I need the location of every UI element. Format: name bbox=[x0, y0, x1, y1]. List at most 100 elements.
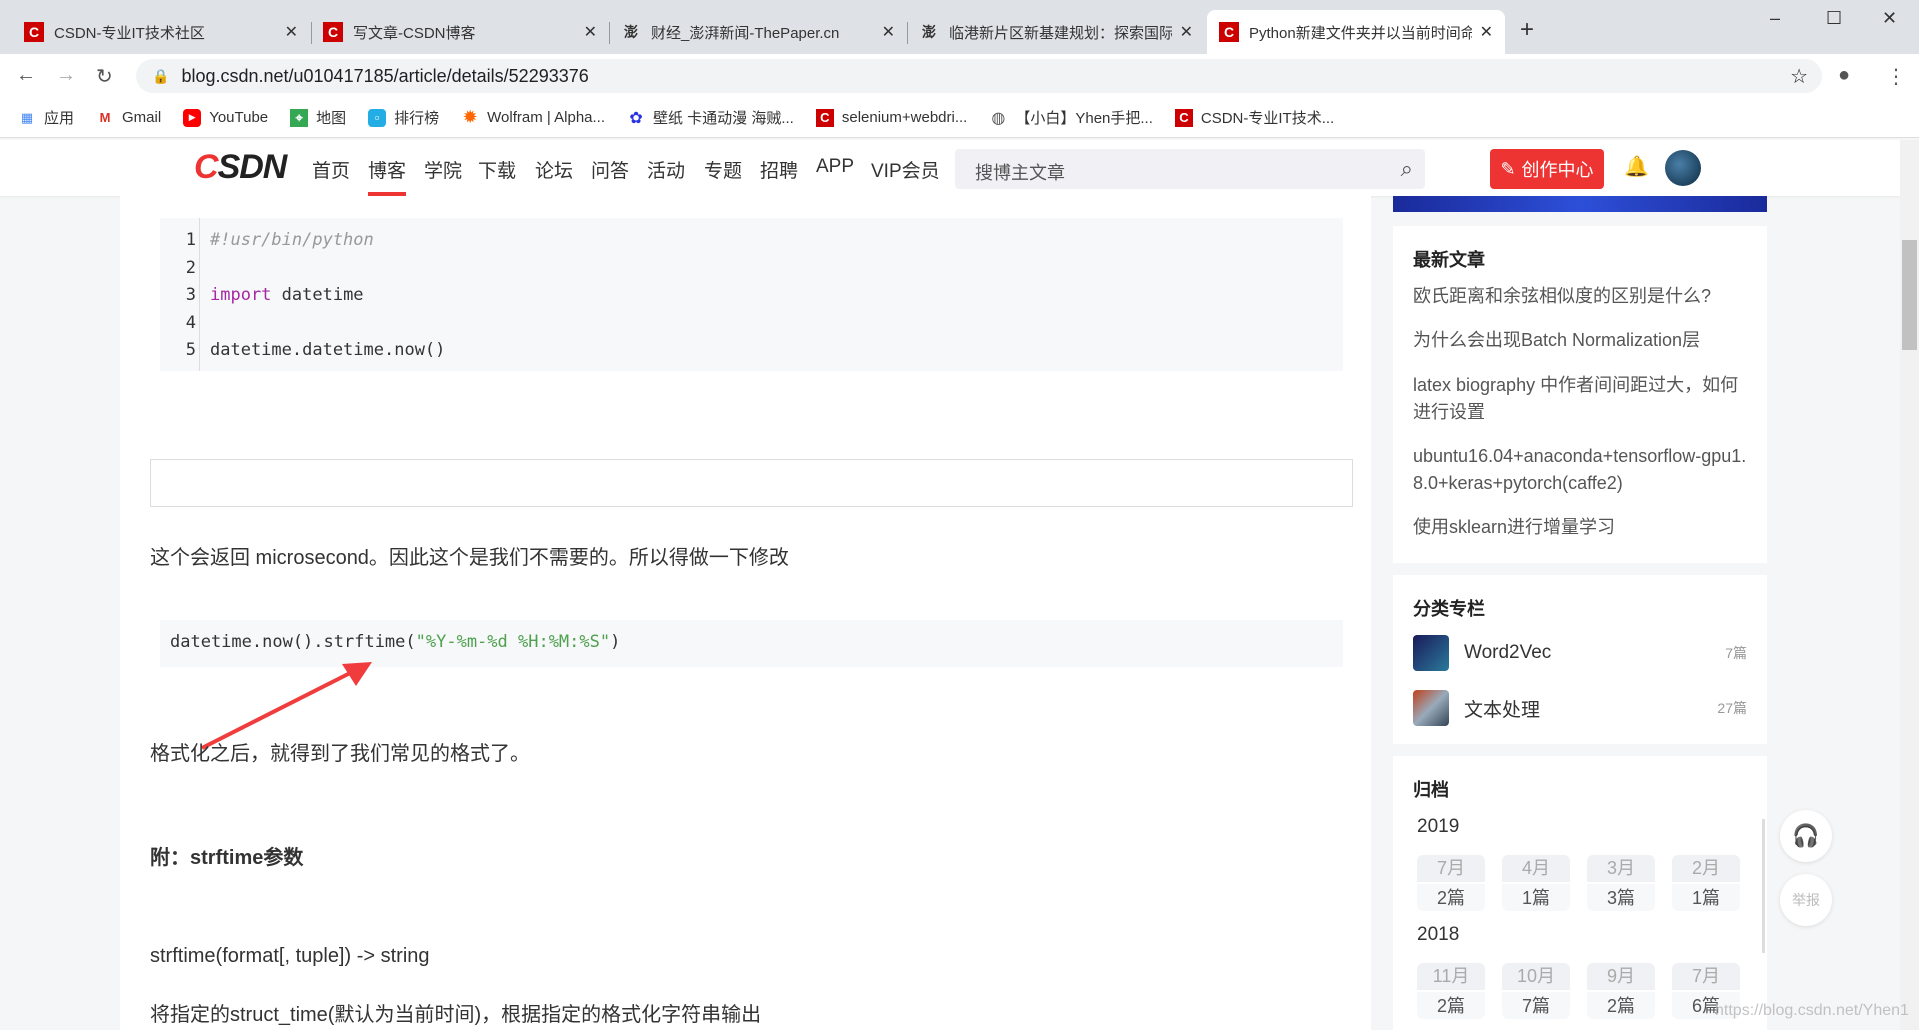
tab[interactable]: 澎财经_澎湃新闻-ThePaper.cn ✕ bbox=[609, 10, 907, 54]
bookmark[interactable]: ⌖ 地图 bbox=[290, 107, 346, 128]
baidu-icon: ✿ bbox=[629, 109, 643, 127]
tab[interactable]: C CSDN-专业IT技术社区 ✕ bbox=[12, 10, 310, 54]
archive-month[interactable]: 11月 2篇 bbox=[1417, 963, 1485, 1019]
close-icon[interactable]: ✕ bbox=[584, 22, 597, 42]
archive-month[interactable]: 10月 7篇 bbox=[1502, 963, 1570, 1019]
nav-academy[interactable]: 学院 bbox=[424, 156, 462, 183]
nav-home[interactable]: 首页 bbox=[312, 156, 350, 183]
close-icon[interactable]: ✕ bbox=[882, 22, 895, 42]
lock-icon: 🔒 bbox=[152, 67, 170, 84]
archive-month[interactable]: 9月 2篇 bbox=[1587, 963, 1655, 1019]
archive-month[interactable]: 2月 1篇 bbox=[1672, 855, 1740, 911]
globe-icon: ◍ bbox=[991, 109, 1006, 127]
nav-events[interactable]: 活动 bbox=[647, 156, 685, 183]
archive-scrollbar[interactable] bbox=[1762, 819, 1765, 953]
red-arrow-annotation bbox=[201, 662, 372, 750]
paragraph: 格式化之后，就得到了我们常见的格式了。 bbox=[150, 743, 530, 765]
search-icon[interactable]: ⌕ bbox=[1401, 156, 1413, 182]
recent-articles-card: 最新文章 欧氏距离和余弦相似度的区别是什么? 为什么会出现Batch Norma… bbox=[1393, 226, 1767, 563]
close-icon[interactable]: ✕ bbox=[1480, 22, 1493, 42]
bookmark[interactable]: ▦ 应用 bbox=[18, 107, 74, 128]
thepaper-icon: 澎 bbox=[922, 24, 936, 40]
gmail-icon: M bbox=[99, 110, 111, 125]
archive-card: 归档 2019 7月 2篇 4月 1篇 3月 3篇 2月 1篇 2018 11月 2篇 1… bbox=[1393, 756, 1767, 1030]
new-tab-button[interactable]: + bbox=[1520, 16, 1534, 44]
recent-article-link[interactable]: ubuntu16.04+anaconda+tensorflow-gpu1.8.0… bbox=[1413, 443, 1753, 497]
bookmarks-bar: ▦ 应用 M Gmail ▶ YouTube ⌖ 地图 ▫ 排行榜 ✹ Wolfram | … bbox=[0, 98, 1919, 138]
csdn-icon: C bbox=[24, 22, 44, 42]
csdn-icon: C bbox=[815, 108, 834, 127]
banner-image bbox=[1393, 196, 1767, 212]
nav-blog[interactable]: 博客 bbox=[368, 156, 407, 196]
section-heading: 附：strftime参数 bbox=[150, 847, 304, 869]
watermark: https://blog.csdn.net/Yhen1 bbox=[1715, 1002, 1909, 1019]
csdn-icon: C bbox=[1174, 108, 1193, 127]
customer-service-button[interactable]: 🎧 bbox=[1780, 810, 1832, 862]
nav-forum[interactable]: 论坛 bbox=[535, 156, 573, 183]
profile-icon[interactable]: ● bbox=[1838, 64, 1850, 87]
bookmark[interactable]: M Gmail bbox=[96, 109, 162, 127]
tab[interactable]: C 写文章-CSDN博客 ✕ bbox=[311, 10, 609, 54]
csdn-header: CSDN 首页 博客 学院 下载 论坛 问答 活动 专题 招聘 APP VIP会… bbox=[0, 140, 1900, 196]
nav-topics[interactable]: 专题 bbox=[704, 156, 742, 183]
bookmark[interactable]: Cselenium+webdri... bbox=[815, 108, 967, 127]
headset-icon: 🎧 bbox=[1792, 823, 1820, 848]
csdn-icon: C bbox=[323, 22, 343, 42]
report-button[interactable]: 举报 bbox=[1780, 874, 1832, 926]
csdn-icon: C bbox=[1219, 22, 1239, 42]
article-content: 1 2 3 4 5 #!usr/bin/python import dateti… bbox=[120, 196, 1371, 1030]
reload-icon[interactable]: ↻ bbox=[96, 64, 113, 89]
bookmark[interactable]: ▶ YouTube bbox=[183, 108, 268, 127]
url-input[interactable]: 🔒 blog.csdn.net/u010417185/article/detail… bbox=[136, 59, 1822, 93]
paragraph: strftime(format[, tuple]) -> string bbox=[150, 945, 430, 967]
recent-article-link[interactable]: latex biography 中作者间间距过大，如何进行设置 bbox=[1413, 372, 1753, 426]
recent-article-link[interactable]: 为什么会出现Batch Normalization层 bbox=[1413, 327, 1753, 354]
back-icon[interactable]: ← bbox=[16, 64, 36, 87]
csdn-logo[interactable]: CSDN bbox=[194, 148, 287, 187]
close-window-button[interactable]: ✕ bbox=[1882, 8, 1897, 29]
bookmark[interactable]: ✹ Wolfram | Alpha... bbox=[461, 107, 605, 127]
menu-icon[interactable]: ⋮ bbox=[1886, 64, 1906, 89]
tab-bar: C CSDN-专业IT技术社区 ✕ C 写文章-CSDN博客 ✕ 澎财经_澎湃新闻-Th… bbox=[0, 0, 1919, 54]
apps-icon: ▦ bbox=[20, 109, 34, 125]
columns-card: 分类专栏 Word2Vec 7篇 文本处理 27篇 bbox=[1393, 575, 1767, 744]
address-bar-row: ← → ↻ 🔒 blog.csdn.net/u010417185/article/… bbox=[0, 54, 1919, 98]
minimize-button[interactable]: – bbox=[1770, 8, 1780, 29]
wolfram-icon: ✹ bbox=[462, 107, 478, 127]
youtube-icon: ▶ bbox=[183, 108, 202, 127]
bilibili-icon: ▫ bbox=[368, 108, 387, 127]
archive-month[interactable]: 3月 3篇 bbox=[1587, 855, 1655, 911]
avatar[interactable] bbox=[1665, 150, 1701, 186]
thepaper-icon: 澎 bbox=[624, 24, 638, 40]
column-item[interactable]: Word2Vec 7篇 bbox=[1413, 635, 1747, 671]
column-thumbnail bbox=[1413, 635, 1449, 671]
star-icon[interactable]: ☆ bbox=[1790, 64, 1808, 89]
paragraph: 将指定的struct_time(默认为当前时间)，根据指定的格式化字符串输出 bbox=[150, 1004, 762, 1026]
nav-app[interactable]: APP bbox=[816, 156, 854, 178]
nav-vip[interactable]: VIP会员 bbox=[871, 156, 940, 183]
nav-download[interactable]: 下载 bbox=[478, 156, 516, 183]
bell-icon[interactable]: 🔔 bbox=[1624, 154, 1649, 179]
archive-month[interactable]: 4月 1篇 bbox=[1502, 855, 1570, 911]
archive-month[interactable]: 7月 2篇 bbox=[1417, 855, 1485, 911]
close-icon[interactable]: ✕ bbox=[1180, 22, 1193, 42]
nav-qa[interactable]: 问答 bbox=[591, 156, 629, 183]
recent-article-link[interactable]: 欧氏距离和余弦相似度的区别是什么? bbox=[1413, 283, 1753, 310]
tab-active[interactable]: C Python新建文件夹并以当前时间命名 ✕ bbox=[1207, 10, 1505, 54]
column-item[interactable]: 文本处理 27篇 bbox=[1413, 690, 1747, 726]
bookmark[interactable]: C CSDN-专业IT技术... bbox=[1174, 107, 1334, 128]
search-input[interactable]: 搜博主文章 ⌕ bbox=[955, 149, 1425, 189]
forward-icon[interactable]: → bbox=[56, 64, 76, 87]
recent-article-link[interactable]: 使用sklearn进行增量学习 bbox=[1413, 514, 1753, 541]
page-scrollbar[interactable] bbox=[1900, 140, 1919, 1030]
maximize-button[interactable]: ☐ bbox=[1826, 8, 1842, 29]
close-icon[interactable]: ✕ bbox=[285, 22, 298, 42]
bookmark[interactable]: ◍ 【小白】Yhen手把... bbox=[989, 107, 1153, 128]
tab[interactable]: 澎临港新片区新基建规划：探索国际 ✕ bbox=[907, 10, 1205, 54]
bookmark[interactable]: ▫ 排行榜 bbox=[368, 107, 439, 128]
nav-jobs[interactable]: 招聘 bbox=[760, 156, 798, 183]
column-thumbnail bbox=[1413, 690, 1449, 726]
bookmark[interactable]: ✿ 壁纸 卡通动漫 海贼... bbox=[627, 107, 794, 128]
scrollbar-thumb[interactable] bbox=[1902, 240, 1917, 350]
create-center-button[interactable]: ✎ 创作中心 bbox=[1490, 149, 1604, 189]
